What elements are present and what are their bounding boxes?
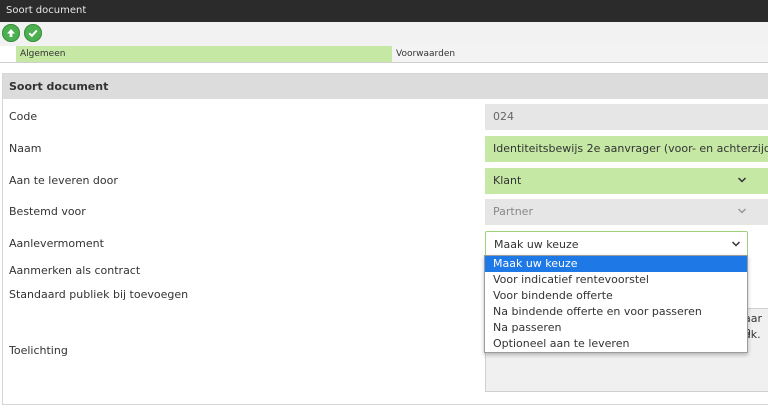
- upload-button[interactable]: [2, 24, 20, 42]
- arrow-up-icon: [7, 29, 15, 37]
- aan-te-leveren-door-label: Aan te leveren door: [9, 174, 118, 187]
- bestemd-voor-value: Partner: [493, 205, 533, 218]
- section-header: Soort document: [3, 74, 768, 99]
- form-panel: Soort document Code 024 Naam Identiteits…: [2, 73, 768, 405]
- aanlevermoment-value: Maak uw keuze: [494, 238, 579, 251]
- aanmerken-als-contract-label: Aanmerken als contract: [9, 264, 141, 277]
- tab-voorwaarden[interactable]: Voorwaarden: [392, 46, 768, 62]
- bestemd-voor-select: Partner: [485, 199, 768, 225]
- bestemd-voor-label: Bestemd voor: [9, 205, 86, 218]
- window-titlebar: Soort document: [0, 0, 768, 22]
- dropdown-option[interactable]: Optioneel aan te leveren: [485, 336, 747, 352]
- aan-te-leveren-door-value: Klant: [493, 174, 522, 187]
- chevron-down-icon: [731, 241, 741, 247]
- window-title: Soort document: [6, 5, 87, 16]
- dropdown-option[interactable]: Na passeren: [485, 320, 747, 336]
- dropdown-option[interactable]: Voor bindende offerte: [485, 288, 747, 304]
- dropdown-option[interactable]: Voor indicatief rentevoorstel: [485, 272, 747, 288]
- naam-label: Naam: [9, 142, 42, 155]
- checkmark-icon: [28, 29, 38, 38]
- standaard-publiek-label: Standaard publiek bij toevoegen: [9, 288, 189, 301]
- confirm-button[interactable]: [24, 24, 42, 42]
- aan-te-leveren-door-select[interactable]: Klant: [485, 168, 768, 194]
- code-field: 024: [485, 104, 768, 130]
- aanlevermoment-label: Aanlevermoment: [9, 237, 104, 250]
- tab-bar: Algemeen Voorwaarden: [0, 46, 768, 63]
- toelichting-label: Toelichting: [9, 344, 68, 357]
- dropdown-option[interactable]: Na bindende offerte en voor passeren: [485, 304, 747, 320]
- aanlevermoment-select[interactable]: Maak uw keuze: [485, 231, 748, 257]
- code-label: Code: [9, 110, 38, 123]
- aanlevermoment-dropdown: Maak uw keuze Voor indicatief rentevoors…: [484, 255, 748, 353]
- toolbar: [0, 22, 768, 46]
- section-title: Soort document: [9, 80, 109, 93]
- chevron-down-icon: [737, 177, 747, 183]
- dropdown-option[interactable]: Maak uw keuze: [485, 256, 747, 272]
- tab-algemeen[interactable]: Algemeen: [16, 46, 392, 62]
- chevron-down-icon: [737, 208, 747, 214]
- naam-field[interactable]: Identiteitsbewijs 2e aanvrager (voor- en…: [485, 136, 768, 162]
